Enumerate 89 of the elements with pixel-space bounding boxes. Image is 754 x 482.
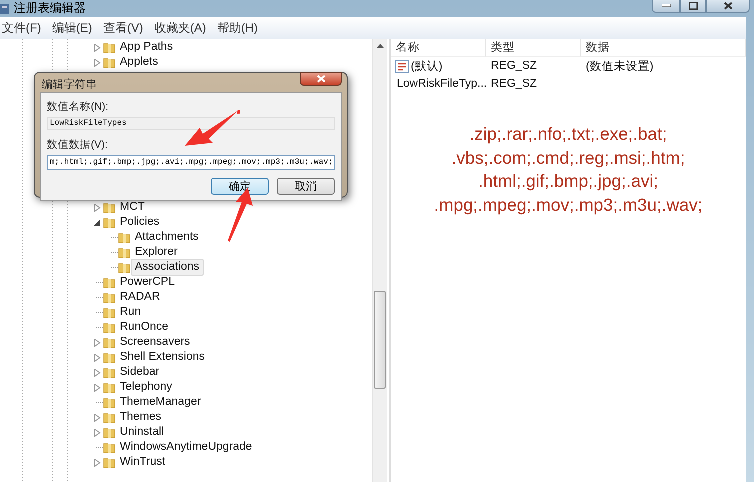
tree-item[interactable]: PowerCPL [116,274,179,291]
column-header[interactable]: 类型 [486,39,581,57]
annotation-arrow [185,108,240,146]
tree-item[interactable]: MCT [116,199,149,216]
folder-icon [103,441,116,454]
close-button[interactable] [706,0,750,13]
tree-item[interactable]: Applets [116,54,162,71]
collapse-arrow-icon[interactable] [94,218,101,226]
tree-item[interactable]: Sidebar [116,364,164,381]
folder-icon [103,216,116,229]
menu-item[interactable]: 帮助(H) [215,20,267,36]
folder-icon [103,396,116,409]
tree-item[interactable]: Screensavers [116,334,194,351]
scroll-up-arrow-icon[interactable] [376,44,384,48]
expand-arrow-icon[interactable] [94,44,101,52]
folder-icon [103,381,116,394]
expand-arrow-icon[interactable] [94,368,101,376]
folder-icon [103,276,116,289]
folder-icon [103,201,116,214]
folder-icon [103,56,116,69]
scrollbar-thumb[interactable] [374,291,386,389]
tree-item[interactable]: Explorer [131,244,182,261]
folder-icon [118,246,131,259]
tree-item[interactable]: RunOnce [116,319,173,336]
menu-item[interactable]: 文件(F) [0,20,50,36]
expand-arrow-icon[interactable] [94,58,101,66]
close-icon [724,2,732,10]
column-header[interactable]: 名称 [391,39,486,57]
value-name[interactable]: LowRiskFileTyp... [397,78,488,90]
folder-icon [103,306,116,319]
tree-item[interactable]: App Paths [116,39,178,56]
field-label: 数值数据(V): [47,138,109,152]
string-value-icon [395,60,409,72]
value-type: REG_SZ [491,78,538,90]
folder-icon [103,291,116,304]
expand-arrow-icon[interactable] [94,384,101,392]
maximize-icon [688,2,698,10]
folder-icon [103,41,116,54]
value-type: REG_SZ [491,60,538,72]
minimize-icon [662,4,670,7]
tree-item[interactable]: Associations [131,259,204,276]
window-title: 注册表编辑器 [14,0,86,17]
expand-arrow-icon[interactable] [94,458,101,466]
folder-icon [103,351,116,364]
field-label: 数值名称(N): [47,100,110,114]
folder-icon [103,411,116,424]
value-name[interactable]: (默认) [411,58,443,74]
annotation-text: .html;.gif;.bmp;.jpg;.avi; [478,170,658,193]
dialog-title: 编辑字符串 [41,78,97,92]
tree-item[interactable]: Uninstall [116,424,168,441]
folder-icon [103,321,116,334]
annotation-text: .mpg;.mpeg;.mov;.mp3;.m3u;.wav; [434,194,703,217]
minimize-button[interactable] [652,0,680,13]
expand-arrow-icon[interactable] [94,204,101,212]
tree-item[interactable]: Policies [116,214,164,231]
tree-item[interactable]: Telephony [116,379,176,396]
maximize-button[interactable] [680,0,706,13]
folder-icon [118,261,131,274]
tree-item[interactable]: Themes [116,409,166,426]
folder-icon [103,336,116,349]
tree-item[interactable]: Run [116,304,146,321]
close-button[interactable] [300,72,342,86]
annotation-text: .vbs;.com;.cmd;.reg;.msi;.htm; [452,146,686,170]
menu-item[interactable]: 编辑(E) [50,20,102,36]
tree-item[interactable]: WindowsAnytimeUpgrade [116,439,256,456]
tree-item[interactable]: ThemeManager [116,394,206,411]
value-data-field[interactable]: m;.html;.gif;.bmp;.jpg;.avi;.mpg;.mpeg;.mov;.mp3;.m3u;.wav; [47,155,335,170]
close-icon [316,74,326,82]
registry-editor-icon [0,2,10,14]
value-data: (数值未设置) [586,60,654,74]
folder-icon [103,456,116,469]
tree-item[interactable]: Shell Extensions [116,349,210,366]
tree-item[interactable]: RADAR [116,289,164,306]
menu-item[interactable]: 查看(V) [101,20,152,36]
menu-item[interactable]: 收藏夹(A) [152,20,216,36]
folder-icon [103,426,116,439]
column-header[interactable]: 数据 [581,39,746,57]
scrollbar[interactable] [372,39,387,482]
expand-arrow-icon[interactable] [94,428,101,436]
expand-arrow-icon[interactable] [94,354,101,362]
tree-item[interactable]: WinTrust [116,454,170,471]
dialog-button[interactable]: 取消 [277,178,335,195]
expand-arrow-icon[interactable] [94,414,101,422]
annotation-text: .zip;.rar;.nfo;.txt;.exe;.bat; [470,123,668,146]
expand-arrow-icon[interactable] [94,338,101,346]
folder-icon [118,231,131,244]
tree-item[interactable]: Attachments [131,229,203,246]
folder-icon [103,366,116,379]
value-name-field[interactable]: LowRiskFileTypes [47,117,335,130]
